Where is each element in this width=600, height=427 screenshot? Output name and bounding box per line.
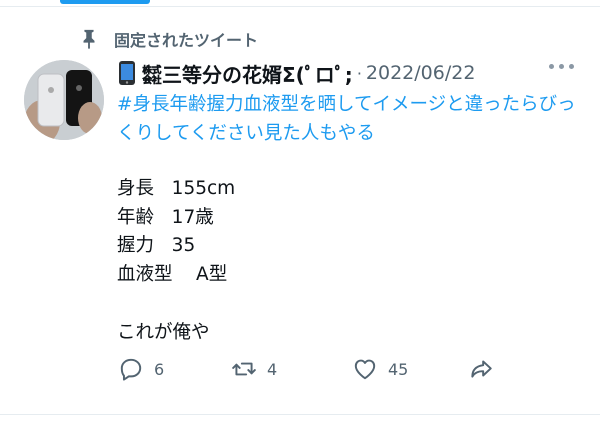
retweet-icon	[232, 362, 256, 376]
retweet-button[interactable]: 4	[231, 356, 277, 382]
profile-row-blood-type: 血液型 A型	[117, 261, 235, 290]
divider-top	[0, 6, 600, 7]
profile-value: 155cm	[171, 178, 236, 199]
pinned-label-row: 固定されたツイート	[78, 28, 258, 50]
profile-value: 35	[171, 235, 196, 256]
reply-button[interactable]: 6	[118, 356, 164, 382]
pinned-label: 固定されたツイート	[114, 31, 259, 50]
profile-value: A型	[196, 263, 228, 285]
tweet-date[interactable]: 2022/06/22	[366, 62, 476, 84]
tweet-page: 固定されたツイート ㍿三等分の花婿Σ(ﾟロﾟ; · 2022/06/22 #身長…	[0, 0, 600, 427]
hashtag-link[interactable]: #身長年齢握力血液型を晒してイメージと違ったらびっくりしてください見た人もやる	[117, 90, 587, 148]
tweet-actions: 6 4 45	[118, 356, 600, 388]
divider-bottom	[0, 414, 600, 415]
share-icon	[471, 360, 492, 378]
author-display-name[interactable]: ㍿三等分の花婿Σ(ﾟロﾟ;	[142, 59, 353, 88]
tab-indicator	[60, 0, 150, 4]
tweet-header: ㍿三等分の花婿Σ(ﾟロﾟ; · 2022/06/22	[118, 58, 580, 88]
profile-value: 17歳	[171, 206, 214, 228]
avatar[interactable]	[24, 60, 104, 140]
profile-row-height: 身長 155cm	[117, 175, 235, 204]
profile-key: 握力	[117, 235, 155, 256]
reply-icon	[120, 358, 142, 381]
pin-icon	[83, 29, 95, 50]
reply-count: 6	[154, 359, 165, 379]
separator-dot: ·	[356, 63, 362, 83]
mobile-phone-icon	[119, 61, 135, 85]
profile-key: 身長	[117, 178, 155, 199]
share-button[interactable]	[468, 356, 494, 382]
like-count: 45	[388, 359, 409, 379]
more-options-icon[interactable]	[549, 64, 574, 69]
profile-row-age: 年齢 17歳	[117, 204, 235, 233]
profile-key: 血液型	[117, 263, 173, 285]
like-button[interactable]: 45	[352, 356, 408, 382]
tweet-body: 身長 155cm 年齢 17歳 握力 35 血液型 A型	[117, 175, 235, 289]
profile-row-grip: 握力 35	[117, 232, 235, 261]
profile-key: 年齢	[117, 206, 155, 228]
retweet-count: 4	[267, 359, 278, 379]
heart-icon	[354, 359, 376, 380]
tweet-closing-line: これが俺や	[117, 322, 210, 343]
avatar-image	[24, 60, 104, 140]
